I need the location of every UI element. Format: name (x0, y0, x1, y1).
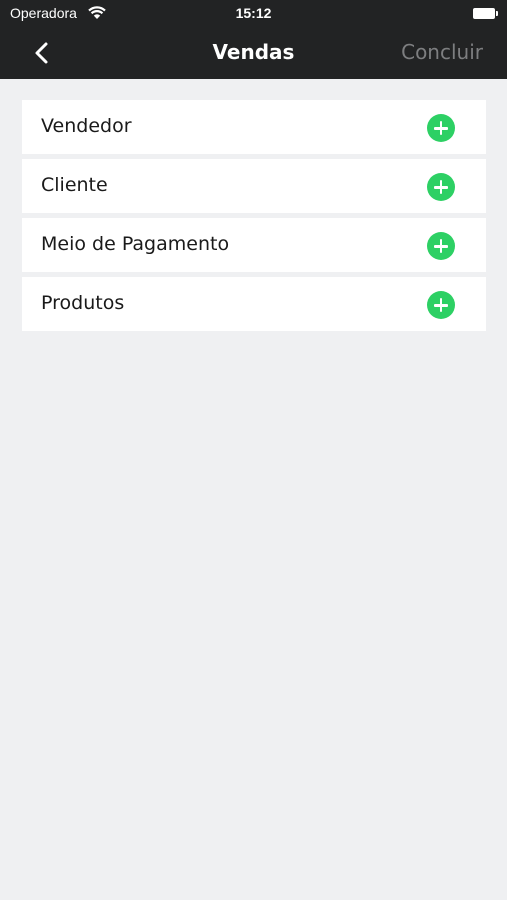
section-label: Vendedor (41, 115, 132, 137)
add-circle-icon[interactable] (427, 173, 455, 201)
section-label: Meio de Pagamento (41, 233, 230, 255)
add-circle-icon[interactable] (427, 232, 455, 260)
conclude-button[interactable]: Concluir (401, 40, 483, 64)
top-bar: Operadora 15:12 Vendas Concluir (0, 0, 507, 79)
section-label: Produtos (41, 292, 125, 314)
add-circle-icon[interactable] (427, 291, 455, 319)
navigation-bar: Vendas Concluir (0, 28, 507, 79)
status-bar: Operadora 15:12 (0, 0, 507, 28)
add-circle-icon[interactable] (427, 114, 455, 142)
section-row-products[interactable]: Produtos (22, 277, 486, 331)
sales-sections-list: Vendedor Cliente Meio de Pagamento Produ… (22, 100, 486, 336)
section-row-payment-method[interactable]: Meio de Pagamento (22, 218, 486, 272)
section-row-customer[interactable]: Cliente (22, 159, 486, 213)
section-label: Cliente (41, 174, 108, 196)
section-row-seller[interactable]: Vendedor (22, 100, 486, 154)
clock: 15:12 (235, 5, 272, 21)
battery-icon (473, 8, 498, 19)
